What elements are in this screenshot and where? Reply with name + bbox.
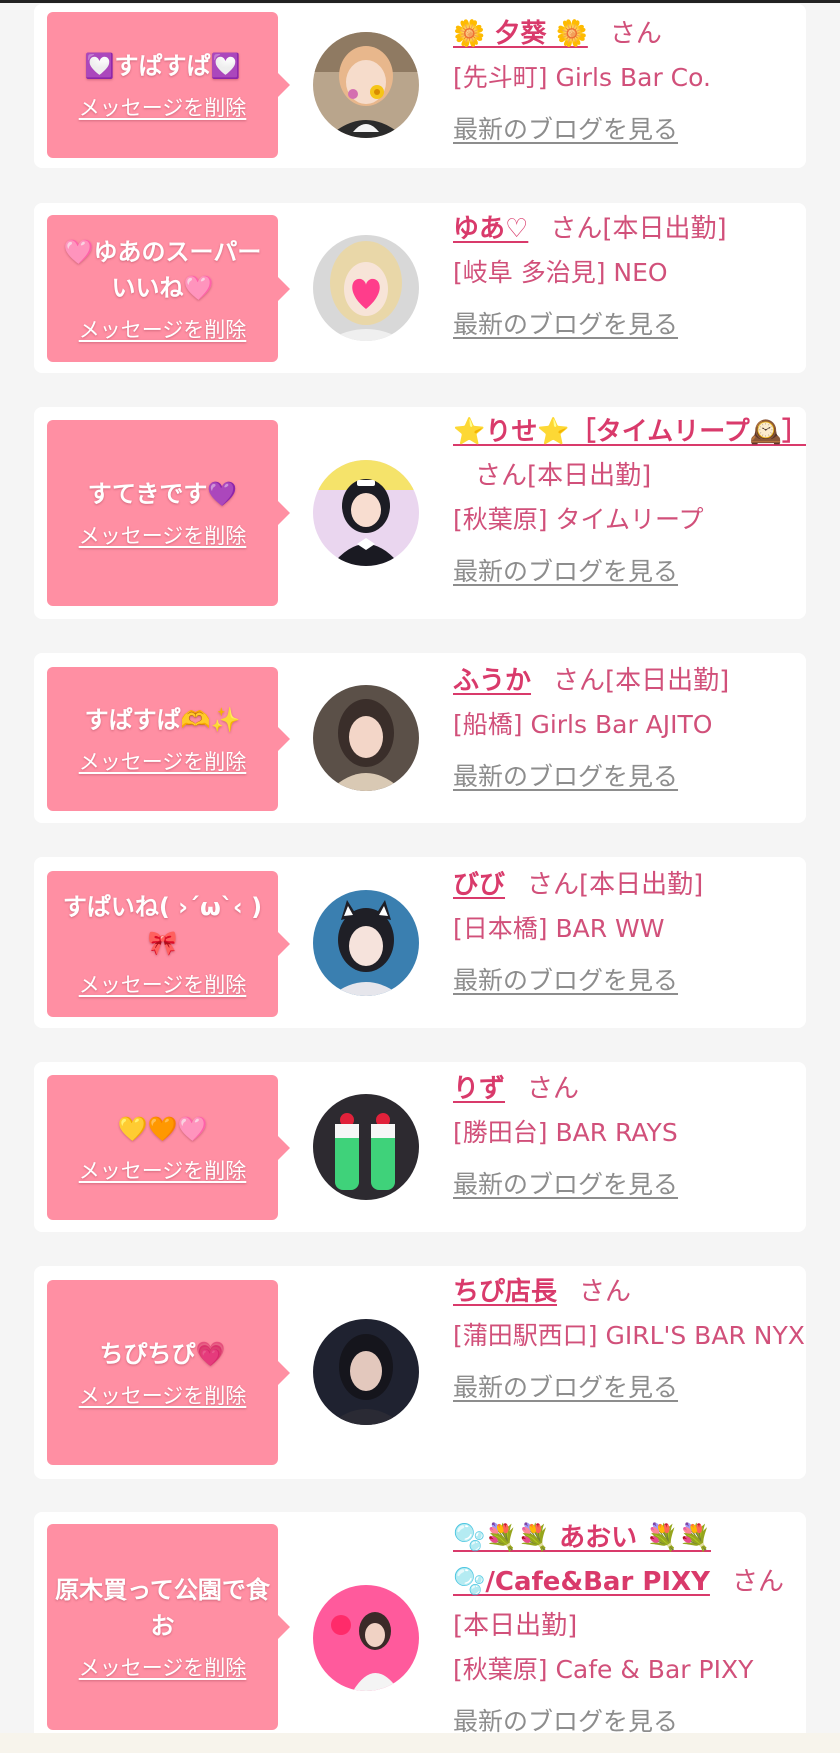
cast-name-link[interactable]: ゆあ♡ bbox=[453, 214, 528, 244]
cast-info: ⭐りせ⭐［タイムリープ🕰️］ さん[本日出勤] [秋葉原] タイムリープ 最新のブ… bbox=[453, 410, 806, 594]
honorific: さん bbox=[609, 19, 662, 49]
cast-name-link[interactable]: 🫧💐💐 あおい 💐💐🫧/Cafe&Bar PIXY bbox=[453, 1523, 711, 1597]
cast-info: 🫧💐💐 あおい 💐💐🫧/Cafe&Bar PIXY さん [本日出勤] [秋葉原]… bbox=[453, 1516, 806, 1744]
girl-pink-wall-icon bbox=[313, 1585, 419, 1691]
status-bar-edge bbox=[0, 0, 840, 3]
cat-ear-girl-icon bbox=[313, 890, 419, 996]
honorific: さん bbox=[527, 1074, 580, 1104]
honorific: さん bbox=[579, 1277, 632, 1307]
latest-blog-link[interactable]: 最新のブログを見る bbox=[453, 755, 806, 799]
message-text: 💟すぱすぱ💟 bbox=[84, 52, 241, 80]
message-card: 🩷ゆあのスーパーいいね🩷 メッセージを削除 ゆあ♡ さん[本日出勤] [岐阜 多治… bbox=[34, 203, 806, 373]
shop-name: [日本橋] BAR WW bbox=[453, 914, 665, 943]
honorific: さん bbox=[527, 870, 580, 900]
honorific: さん bbox=[731, 1567, 784, 1597]
message-bubble: 💛🧡🩷 メッセージを削除 bbox=[47, 1075, 290, 1220]
shop-name: [蒲田駅西口] GIRL'S BAR NYX bbox=[453, 1321, 805, 1350]
working-badge: [本日出勤] bbox=[602, 214, 727, 244]
avatar[interactable] bbox=[313, 1094, 419, 1200]
delete-message-link[interactable]: メッセージを削除 bbox=[79, 1155, 247, 1185]
delete-message-link[interactable]: メッセージを削除 bbox=[79, 520, 247, 550]
message-bubble: 原木買って公園で食お メッセージを削除 bbox=[47, 1524, 290, 1730]
avatar[interactable] bbox=[313, 685, 419, 791]
maid-girl-icon bbox=[313, 460, 419, 566]
message-text: すてきです💜 bbox=[87, 480, 238, 508]
delete-message-link[interactable]: メッセージを削除 bbox=[79, 969, 247, 999]
avatar[interactable] bbox=[313, 1319, 419, 1425]
message-card: 💛🧡🩷 メッセージを削除 りず さん [勝田台] BAR RAYS 最新のブログを… bbox=[34, 1062, 806, 1232]
cast-info: びび さん[本日出勤] [日本橋] BAR WW 最新のブログを見る bbox=[453, 863, 806, 1003]
message-text: 🩷ゆあのスーパーいいね🩷 bbox=[63, 237, 262, 302]
bottom-edge bbox=[0, 1733, 840, 1753]
latest-blog-link[interactable]: 最新のブログを見る bbox=[453, 1163, 806, 1207]
message-card: すてきです💜 メッセージを削除 ⭐りせ⭐［タイムリープ🕰️］ さん[本日出勤] [… bbox=[34, 407, 806, 619]
working-badge: [本日出勤] bbox=[605, 666, 730, 696]
shop-name: [秋葉原] タイムリープ bbox=[453, 505, 704, 534]
delete-message-link[interactable]: メッセージを削除 bbox=[79, 1380, 247, 1410]
delete-message-link[interactable]: メッセージを削除 bbox=[79, 314, 247, 344]
shop-name: [岐阜 多治見] NEO bbox=[453, 258, 668, 287]
message-bubble: すぱすぱ🫶✨ メッセージを削除 bbox=[47, 667, 290, 811]
girl-heart-sticker-icon bbox=[313, 235, 419, 341]
shop-name: [船橋] Girls Bar AJITO bbox=[453, 710, 713, 739]
latest-blog-link[interactable]: 最新のブログを見る bbox=[453, 1366, 806, 1410]
message-card: 💟すぱすぱ💟 メッセージを削除 🌼 夕葵 🌼 さん [先斗町] Girls Bar… bbox=[34, 4, 806, 168]
delete-message-link[interactable]: メッセージを削除 bbox=[79, 746, 247, 776]
cast-name-link[interactable]: 🌼 夕葵 🌼 bbox=[453, 19, 588, 49]
working-badge: [本日出勤] bbox=[453, 1611, 578, 1641]
message-bubble: すてきです💜 メッセージを削除 bbox=[47, 420, 290, 606]
message-card: すぱすぱ🫶✨ メッセージを削除 ふうか さん[本日出勤] [船橋] Girls B… bbox=[34, 653, 806, 823]
shop-name: [秋葉原] Cafe & Bar PIXY bbox=[453, 1655, 754, 1684]
message-bubble: 🩷ゆあのスーパーいいね🩷 メッセージを削除 bbox=[47, 215, 290, 362]
message-bubble: すぱいね( ›´ω`‹ )🎀 メッセージを削除 bbox=[47, 871, 290, 1017]
avatar[interactable] bbox=[313, 1585, 419, 1691]
shop-name: [先斗町] Girls Bar Co. bbox=[453, 63, 711, 92]
girl-portrait-icon bbox=[313, 685, 419, 791]
cast-info: りず さん [勝田台] BAR RAYS 最新のブログを見る bbox=[453, 1067, 806, 1207]
delete-message-link[interactable]: メッセージを削除 bbox=[79, 92, 247, 122]
message-text: 原木買って公園で食お bbox=[55, 1576, 270, 1640]
honorific: さん bbox=[475, 461, 528, 491]
cast-info: ゆあ♡ さん[本日出勤] [岐阜 多治見] NEO 最新のブログを見る bbox=[453, 207, 806, 347]
latest-blog-link[interactable]: 最新のブログを見る bbox=[453, 550, 806, 594]
message-text: 💛🧡🩷 bbox=[117, 1114, 208, 1143]
message-bubble: ちぴちぴ💗 メッセージを削除 bbox=[47, 1280, 290, 1465]
shop-name: [勝田台] BAR RAYS bbox=[453, 1118, 678, 1147]
latest-blog-link[interactable]: 最新のブログを見る bbox=[453, 108, 806, 152]
melon-soda-drinks-icon bbox=[313, 1094, 419, 1200]
dark-girl-portrait-icon bbox=[313, 1319, 419, 1425]
cast-name-link[interactable]: ⭐りせ⭐［タイムリープ🕰️］ bbox=[453, 417, 806, 447]
latest-blog-link[interactable]: 最新のブログを見る bbox=[453, 303, 806, 347]
avatar[interactable] bbox=[313, 32, 419, 138]
cast-info: ちぴ店長 さん [蒲田駅西口] GIRL'S BAR NYX 最新のブログを見る bbox=[453, 1270, 806, 1410]
message-card: すぱいね( ›´ω`‹ )🎀 メッセージを削除 びび さん[本日出勤] [日本橋]… bbox=[34, 857, 806, 1028]
cast-info: ふうか さん[本日出勤] [船橋] Girls Bar AJITO 最新のブログを… bbox=[453, 659, 806, 799]
honorific: さん bbox=[550, 214, 603, 244]
girl-peace-sign-sticker-icon bbox=[313, 32, 419, 138]
cast-info: 🌼 夕葵 🌼 さん [先斗町] Girls Bar Co. 最新のブログを見る bbox=[453, 12, 806, 152]
delete-message-link[interactable]: メッセージを削除 bbox=[79, 1652, 247, 1682]
cast-name-link[interactable]: びび bbox=[453, 870, 505, 900]
avatar[interactable] bbox=[313, 235, 419, 341]
cast-name-link[interactable]: りず bbox=[453, 1074, 505, 1104]
cast-name-link[interactable]: ふうか bbox=[453, 666, 531, 696]
honorific: さん bbox=[553, 666, 606, 696]
cast-name-link[interactable]: ちぴ店長 bbox=[453, 1277, 557, 1307]
message-card: 原木買って公園で食お メッセージを削除 🫧💐💐 あおい 💐💐🫧/Cafe&Bar… bbox=[34, 1512, 806, 1753]
avatar[interactable] bbox=[313, 460, 419, 566]
message-bubble: 💟すぱすぱ💟 メッセージを削除 bbox=[47, 12, 290, 158]
message-text: すぱすぱ🫶✨ bbox=[84, 706, 241, 734]
message-text: すぱいね( ›´ω`‹ )🎀 bbox=[62, 893, 263, 957]
avatar[interactable] bbox=[313, 890, 419, 996]
working-badge: [本日出勤] bbox=[579, 870, 704, 900]
message-text: ちぴちぴ💗 bbox=[99, 1339, 226, 1368]
message-card: ちぴちぴ💗 メッセージを削除 ちぴ店長 さん [蒲田駅西口] GIRL'S BAR… bbox=[34, 1266, 806, 1479]
working-badge: [本日出勤] bbox=[527, 461, 652, 491]
latest-blog-link[interactable]: 最新のブログを見る bbox=[453, 959, 806, 1003]
